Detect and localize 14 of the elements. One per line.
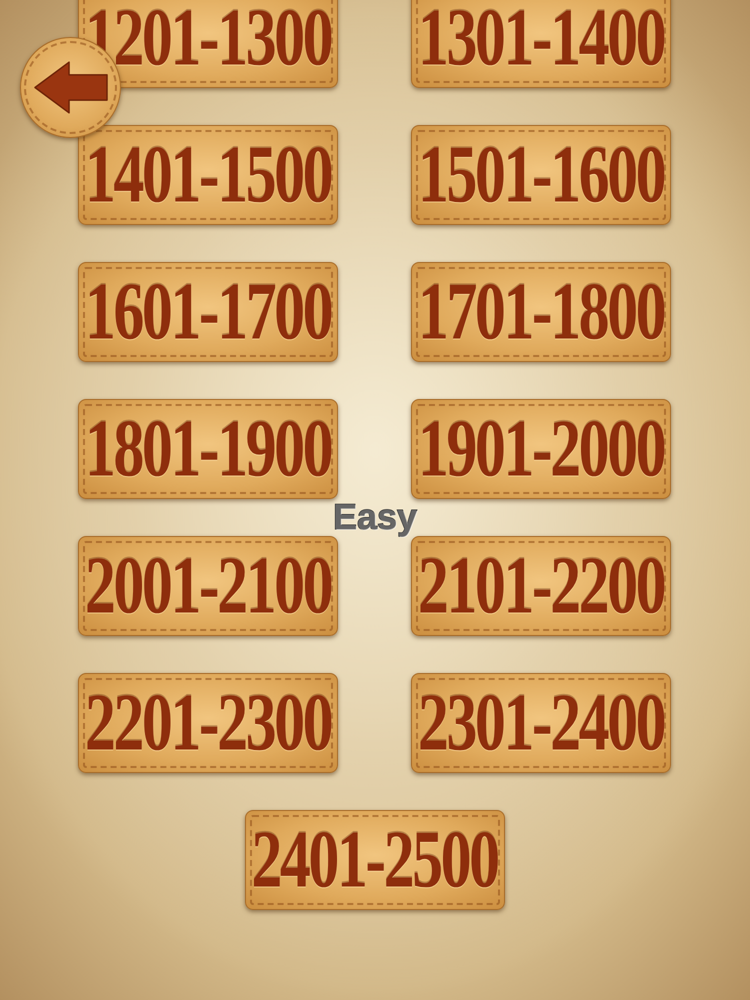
level-range-button[interactable]: 1501-1600: [411, 125, 671, 225]
level-range-button[interactable]: 1701-1800: [411, 262, 671, 362]
level-range-button[interactable]: 2101-2200: [411, 536, 671, 636]
level-range-button[interactable]: 2401-2500: [244, 810, 504, 910]
level-range-button[interactable]: 1401-1500: [78, 125, 338, 225]
level-range-button[interactable]: 1901-2000: [411, 399, 671, 499]
difficulty-title: Easy: [332, 498, 418, 534]
level-range-button[interactable]: 2301-2400: [411, 673, 671, 773]
level-range-button[interactable]: 1301-1400: [411, 0, 671, 88]
level-range-button[interactable]: 1801-1900: [78, 399, 338, 499]
level-range-button[interactable]: 1201-1300: [78, 0, 338, 88]
level-range-button[interactable]: 1601-1700: [78, 262, 338, 362]
level-range-button[interactable]: 2001-2100: [78, 536, 338, 636]
level-range-button[interactable]: 2201-2300: [78, 673, 338, 773]
